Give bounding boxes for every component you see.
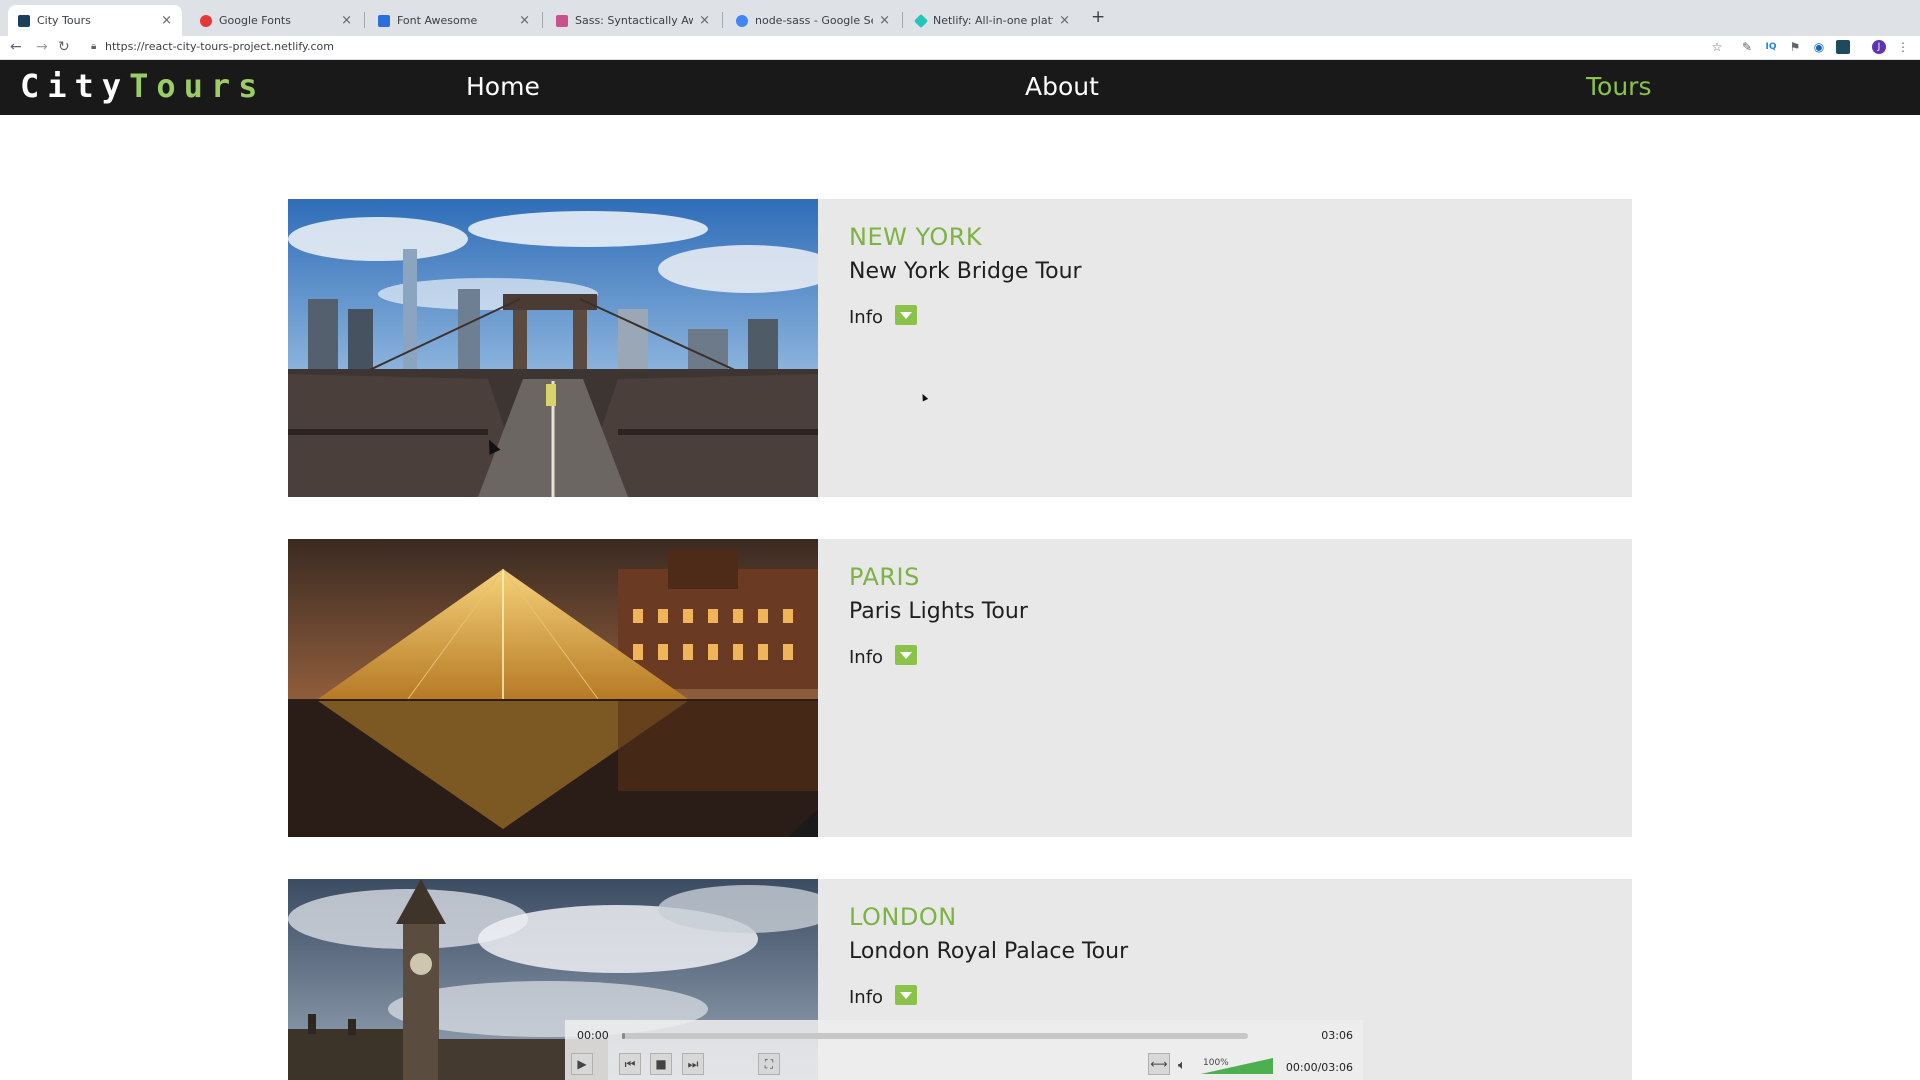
site-navbar: CityTours Home About Tours — [0, 60, 1920, 115]
google-fonts-favicon-icon — [200, 14, 212, 27]
extension-iq-icon[interactable]: IQ — [1764, 40, 1778, 54]
info-toggle-caret-icon[interactable] — [895, 305, 917, 325]
seek-bar[interactable] — [622, 1033, 1248, 1039]
tab-sass[interactable]: Sass: Syntactically Awesome S × — [546, 5, 720, 36]
tour-city: PARIS — [849, 563, 920, 591]
font-awesome-favicon-icon — [378, 14, 390, 27]
close-tab-icon[interactable]: × — [879, 13, 890, 28]
close-tab-icon[interactable]: × — [341, 13, 352, 28]
tour-info-label: Info — [849, 307, 884, 328]
logo-tours-text: Tours — [129, 67, 266, 105]
tour-name: London Royal Palace Tour — [849, 939, 1129, 964]
tab-label: Font Awesome — [397, 14, 478, 27]
nav-home-link[interactable]: Home — [466, 71, 540, 103]
new-york-bridge-photo — [288, 199, 818, 497]
extension-globe-icon[interactable]: ◉ — [1812, 40, 1826, 54]
browser-menu-icon[interactable]: ⋮ — [1896, 40, 1910, 54]
fullscreen-icon[interactable]: ⛶ — [758, 1053, 780, 1075]
tab-divider — [542, 12, 543, 28]
tour-city: NEW YORK — [849, 223, 983, 251]
tour-info-label: Info — [849, 647, 884, 668]
aspect-ratio-icon[interactable]: ⟷ — [1148, 1053, 1170, 1075]
video-player-controls: 00:00 03:06 ▶ ⏮ ■ ⏭ ⛶ ⟷ 🔈︎ 100% 00:00/03… — [565, 1020, 1363, 1080]
tab-netlify[interactable]: Netlify: All-in-one platform for × — [906, 5, 1080, 36]
eyedropper-extension-icon[interactable]: ✎ — [1740, 40, 1754, 54]
time-readout: 00:00/03:06 — [1285, 1061, 1353, 1074]
logo-city-text: City — [20, 67, 130, 105]
tab-divider — [364, 12, 365, 28]
new-tab-plus-icon[interactable]: + — [1091, 7, 1105, 27]
paris-louvre-photo — [288, 539, 818, 837]
current-time: 00:00 — [577, 1029, 609, 1042]
back-arrow-icon[interactable]: ← — [10, 38, 22, 56]
extension-grid-icon[interactable] — [1836, 40, 1850, 54]
browser-toolbar: ← → ↻ 🔒︎ https://react-city-tours-projec… — [0, 36, 1920, 60]
sass-favicon-icon — [556, 14, 568, 27]
play-icon[interactable]: ▶ — [571, 1053, 593, 1075]
tab-label: node-sass - Google Search — [755, 14, 873, 27]
tour-info-label: Info — [849, 987, 884, 1008]
nav-tours-link[interactable]: Tours — [1586, 71, 1651, 103]
skip-forward-icon[interactable]: ⏭ — [682, 1053, 704, 1075]
tab-divider — [722, 12, 723, 28]
profile-avatar[interactable]: J — [1872, 40, 1886, 54]
tab-label: Netlify: All-in-one platform for — [933, 14, 1053, 27]
tab-label: Google Fonts — [219, 14, 291, 27]
info-toggle-caret-icon[interactable] — [895, 645, 917, 665]
nav-about-link[interactable]: About — [1025, 71, 1099, 103]
close-tab-icon[interactable]: × — [699, 13, 710, 28]
volume-icon[interactable]: 🔈︎ — [1178, 1058, 1186, 1073]
city-tours-favicon-icon — [18, 14, 30, 27]
skip-back-icon[interactable]: ⏮ — [619, 1053, 641, 1075]
tab-divider — [902, 12, 903, 28]
tab-google-search[interactable]: node-sass - Google Search × — [726, 5, 900, 36]
close-tab-icon[interactable]: × — [161, 13, 172, 28]
forward-arrow-icon[interactable]: → — [36, 38, 48, 56]
close-tab-icon[interactable]: × — [1059, 13, 1070, 28]
address-bar[interactable]: https://react-city-tours-project.netlify… — [105, 39, 334, 55]
lock-icon: 🔒︎ — [91, 41, 97, 52]
close-tab-icon[interactable]: × — [519, 13, 530, 28]
stop-icon[interactable]: ■ — [650, 1053, 672, 1075]
tour-name: Paris Lights Tour — [849, 599, 1028, 624]
bookmark-star-icon[interactable]: ☆ — [1710, 40, 1724, 54]
info-toggle-caret-icon[interactable] — [895, 985, 917, 1005]
browser-tab-strip: City Tours × Google Fonts × Font Awesome… — [0, 0, 1920, 36]
tab-label: Sass: Syntactically Awesome S — [575, 14, 694, 27]
extension-flag-icon[interactable]: ⚑ — [1788, 40, 1802, 54]
google-favicon-icon — [736, 14, 748, 27]
seek-progress — [622, 1033, 625, 1039]
duration: 03:06 — [1321, 1029, 1353, 1042]
tour-name: New York Bridge Tour — [849, 259, 1082, 284]
volume-level: 100% — [1203, 1058, 1229, 1068]
tab-google-fonts[interactable]: Google Fonts × — [190, 5, 362, 36]
tour-card-paris: PARIS Paris Lights Tour Info — [288, 539, 1632, 837]
site-logo[interactable]: CityTours — [20, 66, 265, 106]
netlify-favicon-icon — [913, 13, 929, 28]
tour-city: LONDON — [849, 903, 957, 931]
tab-label: City Tours — [37, 14, 91, 27]
tab-font-awesome[interactable]: Font Awesome × — [368, 5, 540, 36]
reload-icon[interactable]: ↻ — [58, 38, 70, 56]
tab-city-tours[interactable]: City Tours × — [8, 5, 182, 36]
